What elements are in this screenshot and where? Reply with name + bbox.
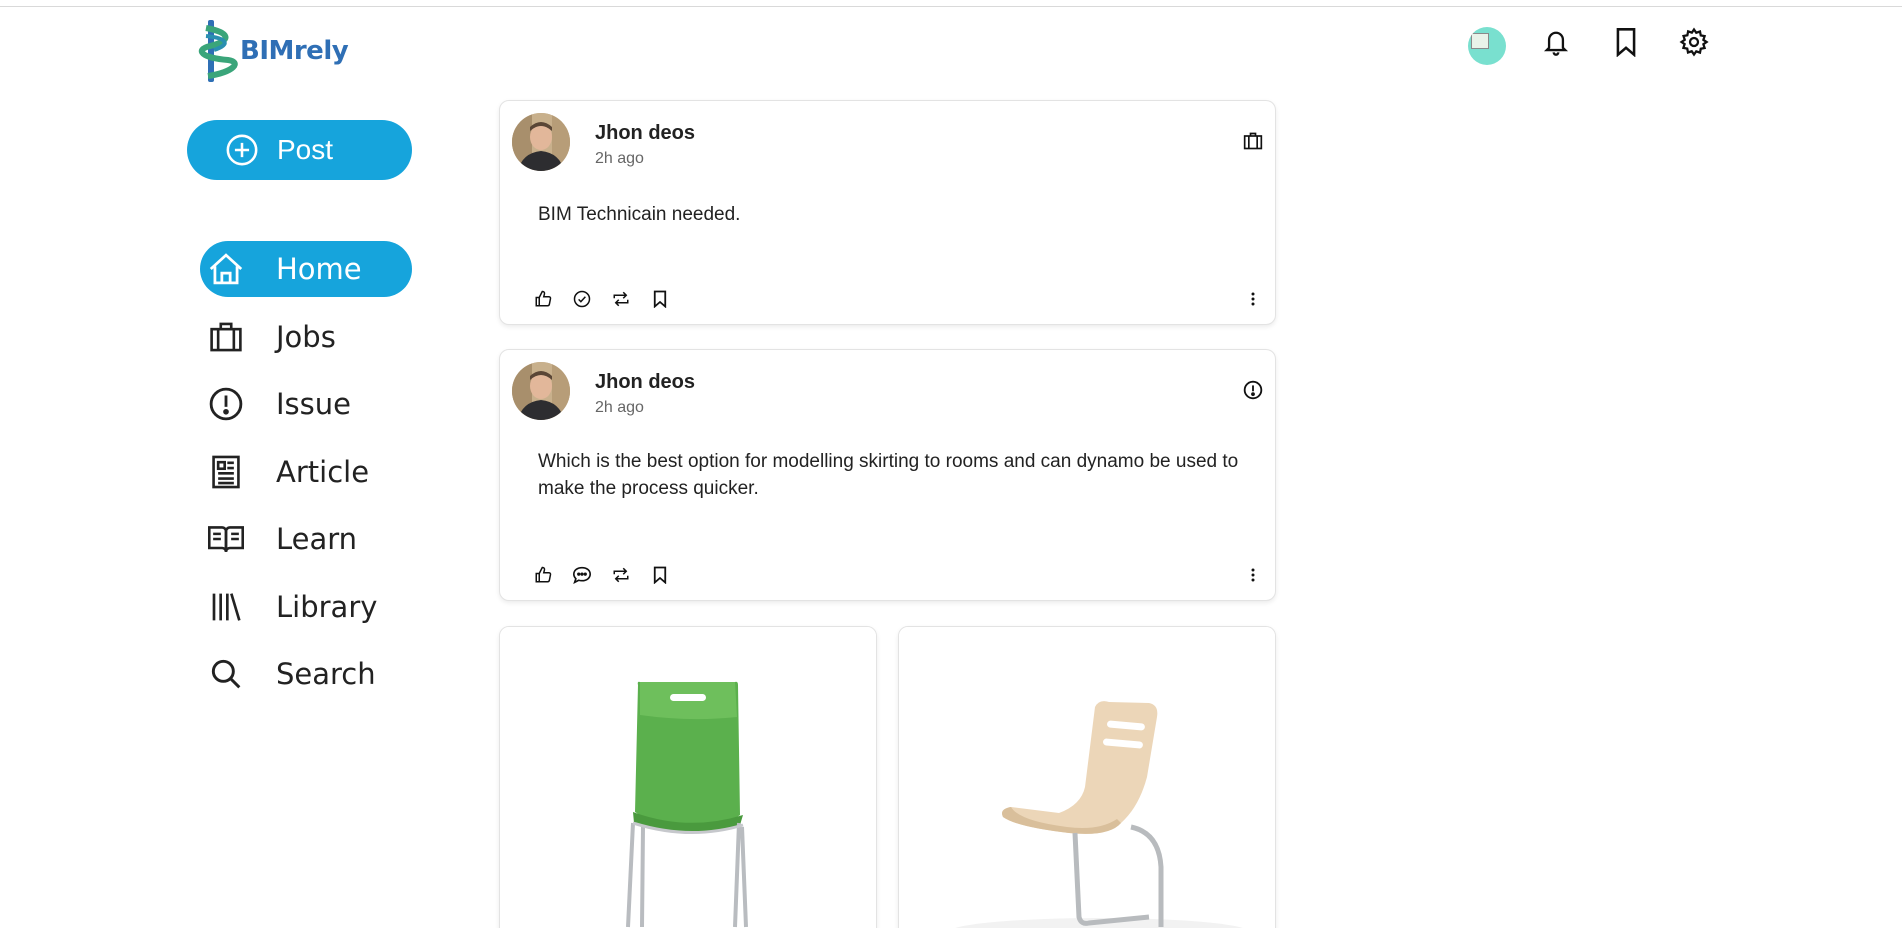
sidebar-item-home[interactable]: Home	[200, 241, 412, 297]
brand-logo[interactable]: BIMrely	[198, 20, 358, 82]
gear-icon[interactable]	[1676, 24, 1712, 60]
sidebar-item-label: Issue	[276, 387, 351, 421]
sidebar-item-issue[interactable]: Issue	[200, 376, 412, 432]
post-card[interactable]: Jhon deos 2h ago Which is the best optio…	[499, 349, 1276, 601]
like-icon[interactable]	[530, 562, 556, 588]
sidebar-item-label: Home	[276, 252, 362, 286]
sidebar-item-jobs[interactable]: Jobs	[200, 309, 412, 365]
briefcase-icon	[1243, 131, 1263, 151]
sidebar-item-label: Learn	[276, 522, 358, 556]
post-time: 2h ago	[595, 399, 644, 416]
post-button[interactable]: Post	[187, 120, 412, 180]
author-avatar[interactable]	[512, 362, 570, 420]
more-options-icon[interactable]	[1243, 562, 1263, 588]
bookmark-icon[interactable]	[647, 562, 673, 588]
sidebar-item-label: Article	[276, 454, 370, 489]
post-text: BIM Technicain needed.	[538, 204, 741, 225]
post-actions	[530, 286, 686, 312]
broken-image-icon	[1471, 33, 1489, 49]
sidebar-item-learn[interactable]: Learn	[200, 511, 412, 567]
like-icon[interactable]	[530, 286, 556, 312]
post-card[interactable]: Jhon deos 2h ago BIM Technicain needed.	[499, 100, 1276, 325]
author-name[interactable]: Jhon deos	[595, 371, 695, 394]
search-icon	[200, 646, 252, 702]
plus-circle-icon	[226, 134, 258, 166]
alert-circle-icon	[1243, 380, 1263, 400]
sidebar-item-label: Library	[276, 589, 378, 624]
briefcase-icon	[200, 309, 252, 365]
post-time: 2h ago	[595, 150, 644, 167]
bookmark-icon[interactable]	[1608, 24, 1644, 60]
sidebar-item-library[interactable]: Library	[200, 579, 412, 635]
sidebar-item-label: Search	[276, 657, 376, 691]
check-circle-icon[interactable]	[569, 286, 595, 312]
open-book-icon	[200, 511, 252, 567]
sidebar-nav: Home Jobs Issue Article Learn Library Se…	[200, 241, 412, 714]
post-actions	[530, 562, 686, 588]
home-icon	[200, 241, 252, 297]
repost-icon[interactable]	[608, 286, 634, 312]
post-button-label: Post	[277, 134, 334, 165]
brand-name: BIMrely	[240, 36, 349, 66]
logo-helix-icon	[198, 20, 238, 82]
header-actions	[1468, 24, 1709, 66]
user-avatar[interactable]	[1468, 27, 1506, 65]
top-divider	[0, 6, 1902, 7]
article-icon	[200, 444, 252, 500]
library-icon	[200, 579, 252, 635]
green-chair-image[interactable]	[499, 626, 877, 928]
comment-icon[interactable]	[569, 562, 595, 588]
author-name[interactable]: Jhon deos	[595, 122, 695, 145]
alert-circle-icon	[200, 376, 252, 432]
sidebar-item-label: Jobs	[276, 319, 336, 354]
post-text: Which is the best option for modelling s…	[538, 451, 1239, 499]
wooden-chair-image[interactable]	[898, 626, 1276, 928]
bookmark-icon[interactable]	[647, 286, 673, 312]
author-avatar[interactable]	[512, 113, 570, 171]
more-options-icon[interactable]	[1243, 286, 1263, 312]
repost-icon[interactable]	[608, 562, 634, 588]
sidebar-item-search[interactable]: Search	[200, 646, 412, 702]
bell-icon[interactable]	[1538, 24, 1574, 60]
sidebar-item-article[interactable]: Article	[200, 444, 412, 500]
